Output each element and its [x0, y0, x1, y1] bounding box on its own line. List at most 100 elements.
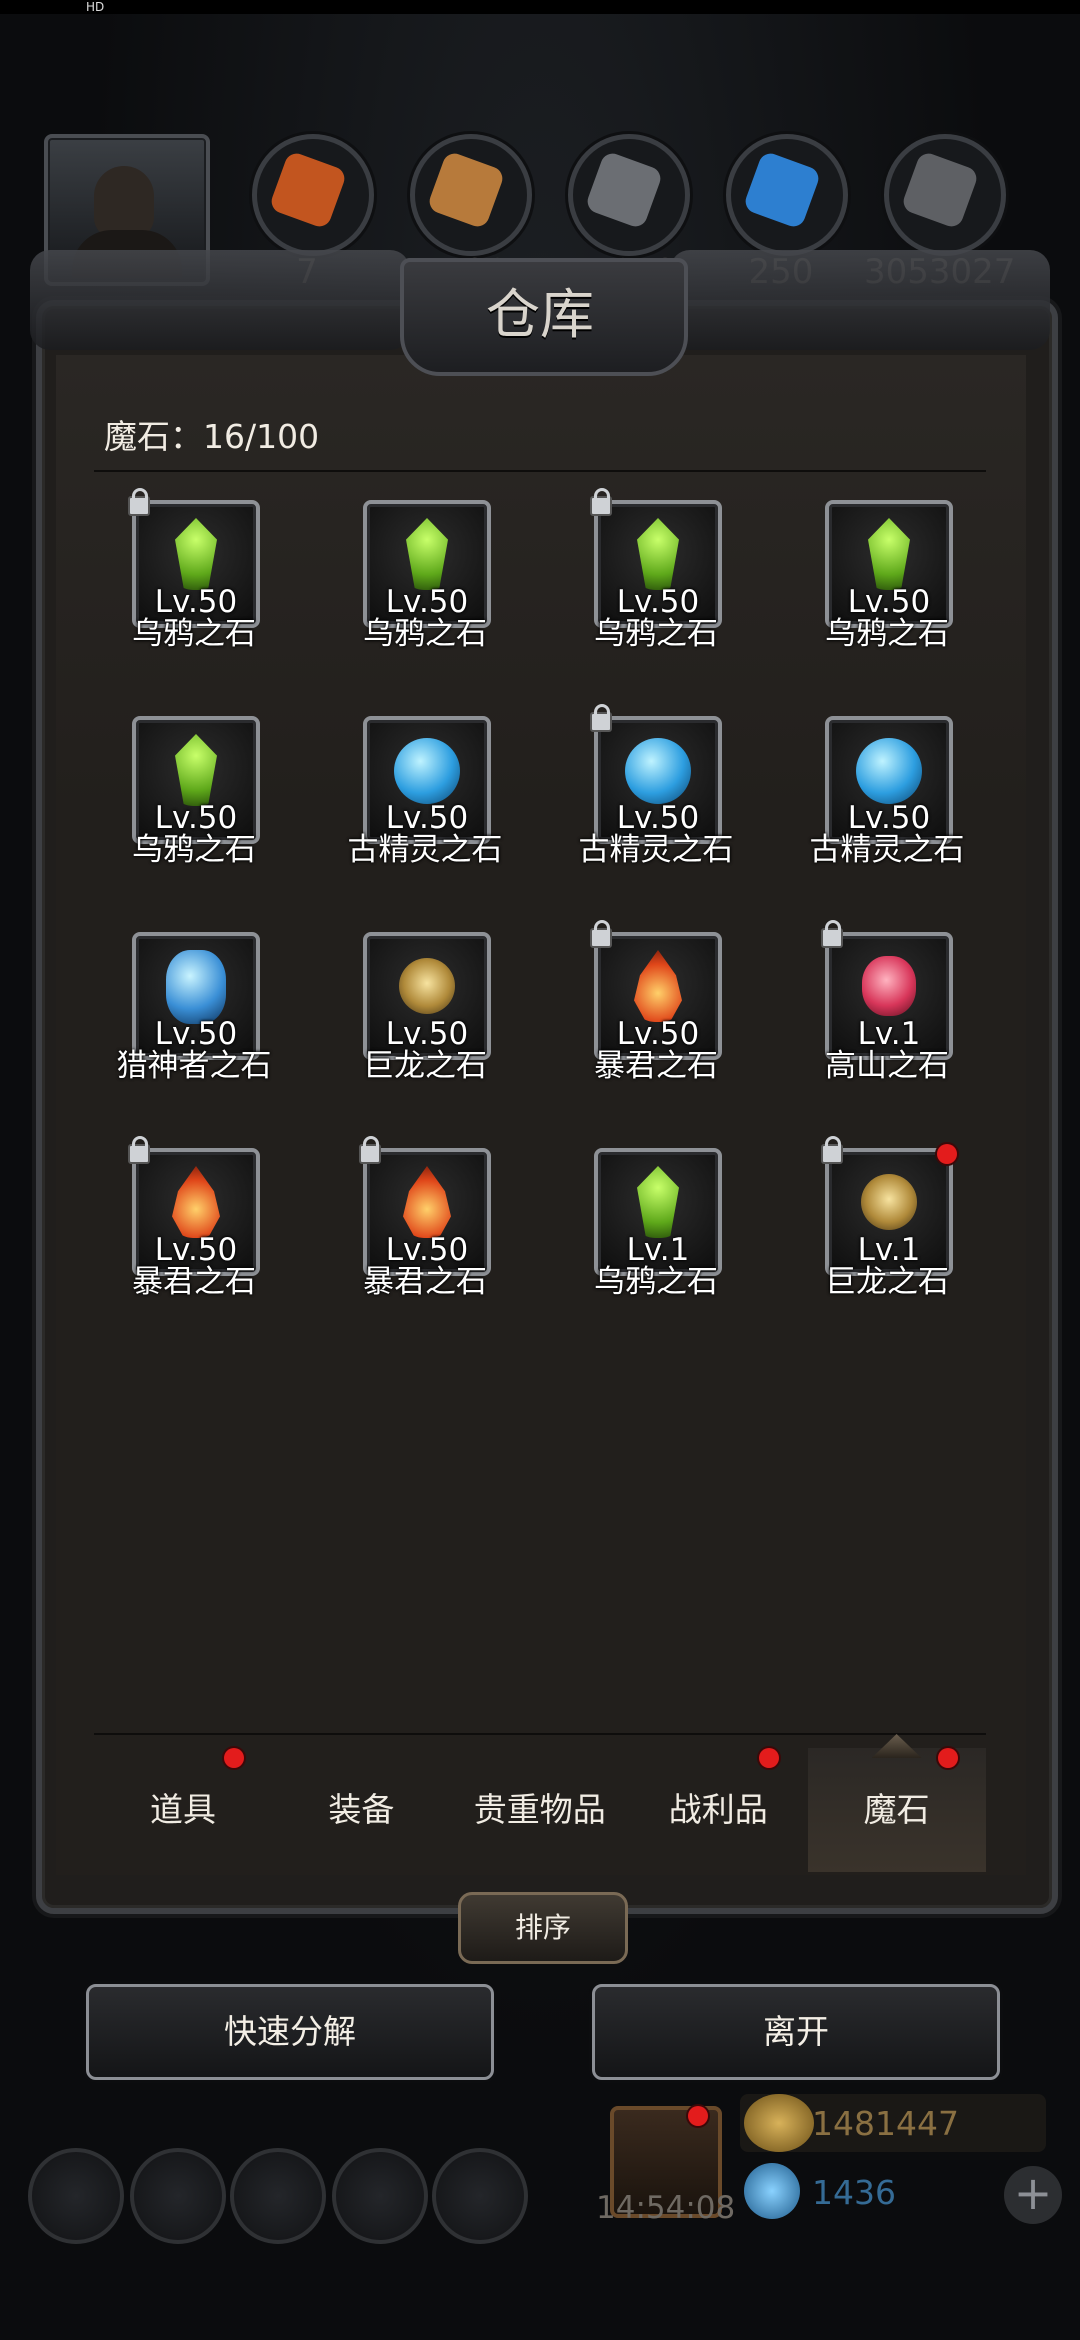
- map-icon[interactable]: [432, 2148, 528, 2244]
- item-name: 乌鸦之石: [363, 616, 487, 652]
- item-name: 巨龙之石: [825, 1264, 949, 1300]
- green-stone-icon: [175, 518, 217, 590]
- gift-notification-dot: [688, 2106, 708, 2126]
- green-stone-icon: [406, 518, 448, 590]
- gold-coin-icon: [744, 2094, 814, 2152]
- item-slot[interactable]: Lv.50 乌鸦之石: [787, 500, 987, 700]
- lock-icon: [128, 488, 150, 516]
- resource-core-1: [268, 150, 348, 230]
- gem-amount: 1436: [812, 2173, 896, 2212]
- gift-timer: 14:54:08: [596, 2190, 736, 2226]
- panel-title: 仓库: [486, 283, 594, 346]
- item-slot[interactable]: Lv.50 乌鸦之石: [94, 488, 294, 700]
- new-item-dot: [937, 1144, 957, 1164]
- category-tabs: 道具 装备 贵重物品 战利品 魔石: [94, 1748, 986, 1872]
- item-name: 乌鸦之石: [132, 616, 256, 652]
- blue-stone-icon: [625, 738, 691, 804]
- item-slot[interactable]: Lv.50 暴君之石: [325, 1136, 525, 1348]
- item-name: 乌鸦之石: [132, 832, 256, 868]
- item-name: 古精灵之石: [809, 832, 965, 868]
- item-slot[interactable]: Lv.50 巨龙之石: [325, 932, 525, 1132]
- tab-4[interactable]: 魔石: [807, 1748, 986, 1872]
- fire-stone-icon: [634, 950, 682, 1022]
- star-icon[interactable]: [130, 2148, 226, 2244]
- settings-icon[interactable]: [28, 2148, 124, 2244]
- dragon-stone-icon: [399, 958, 455, 1014]
- divider-top: [94, 470, 986, 472]
- tab-0[interactable]: 道具: [94, 1748, 272, 1872]
- tab-notification-dot: [937, 1748, 958, 1768]
- resource-core-3: [584, 150, 664, 230]
- ornament-left: [30, 250, 410, 350]
- resource-icon-2[interactable]: [410, 134, 532, 256]
- resource-icon-1[interactable]: [252, 134, 374, 256]
- hd-indicator: HD: [86, 0, 105, 14]
- ornament-right: [670, 250, 1050, 350]
- mail-icon[interactable]: [332, 2148, 428, 2244]
- gold-amount: 1481447: [812, 2104, 959, 2143]
- tab-label: 魔石: [863, 1790, 930, 1829]
- item-name: 暴君之石: [594, 1048, 718, 1084]
- resource-core-4: [742, 150, 822, 230]
- mountain-stone-icon: [862, 956, 916, 1016]
- resource-icon-5[interactable]: [884, 134, 1006, 256]
- tab-3[interactable]: 战利品: [629, 1748, 807, 1872]
- resource-icon-4[interactable]: [726, 134, 848, 256]
- item-name: 古精灵之石: [578, 832, 734, 868]
- item-name: 古精灵之石: [347, 832, 503, 868]
- fire-stone-icon: [172, 1166, 220, 1238]
- gem-icon: [744, 2163, 800, 2219]
- resource-icon-3[interactable]: [568, 134, 690, 256]
- lock-icon: [359, 1136, 381, 1164]
- sort-button[interactable]: 排序: [458, 1892, 628, 1964]
- item-slot[interactable]: Lv.1 乌鸦之石: [556, 1148, 756, 1348]
- item-name: 巨龙之石: [363, 1048, 487, 1084]
- tab-label: 贵重物品: [473, 1790, 606, 1829]
- item-slot[interactable]: Lv.50 暴君之石: [556, 920, 756, 1132]
- item-slot[interactable]: Lv.1 高山之石: [787, 920, 987, 1132]
- item-slot[interactable]: Lv.50 古精灵之石: [556, 704, 756, 916]
- lock-icon: [590, 920, 612, 948]
- tab-notification-dot: [224, 1748, 244, 1768]
- tab-1[interactable]: 装备: [272, 1748, 450, 1872]
- blue-stone-icon: [394, 738, 460, 804]
- item-slot[interactable]: Lv.50 乌鸦之石: [94, 716, 294, 916]
- lock-icon: [590, 488, 612, 516]
- item-slot[interactable]: Lv.50 猎神者之石: [94, 932, 294, 1132]
- guild-icon[interactable]: [230, 2148, 326, 2244]
- divider-bottom: [94, 1733, 986, 1735]
- quick-decompose-button[interactable]: 快速分解: [86, 1984, 494, 2080]
- item-name: 乌鸦之石: [594, 616, 718, 652]
- lock-icon: [128, 1136, 150, 1164]
- resource-core-2: [426, 150, 506, 230]
- tab-label: 战利品: [668, 1790, 768, 1829]
- blue-stone-icon: [856, 738, 922, 804]
- green-stone-icon: [175, 734, 217, 806]
- green-stone-icon: [868, 518, 910, 590]
- leave-button[interactable]: 离开: [592, 1984, 1000, 2080]
- hunt-stone-icon: [166, 950, 226, 1024]
- item-name: 乌鸦之石: [825, 616, 949, 652]
- portrait-head: [94, 166, 154, 238]
- item-name: 猎神者之石: [116, 1048, 272, 1084]
- item-name: 高山之石: [825, 1048, 949, 1084]
- item-slot[interactable]: Lv.50 乌鸦之石: [325, 500, 525, 700]
- green-stone-icon: [637, 518, 679, 590]
- dragon-stone-icon: [861, 1174, 917, 1230]
- item-slot[interactable]: Lv.50 古精灵之石: [787, 716, 987, 916]
- status-bar: HD: [0, 0, 1080, 14]
- item-slot[interactable]: Lv.50 暴君之石: [94, 1136, 294, 1348]
- item-slot[interactable]: Lv.1 巨龙之石: [787, 1136, 987, 1348]
- add-gems-button[interactable]: +: [1004, 2166, 1062, 2224]
- item-name: 暴君之石: [363, 1264, 487, 1300]
- item-slot[interactable]: Lv.50 乌鸦之石: [556, 488, 756, 700]
- fire-stone-icon: [403, 1166, 451, 1238]
- tab-2[interactable]: 贵重物品: [451, 1748, 629, 1872]
- item-name: 暴君之石: [132, 1264, 256, 1300]
- lock-icon: [590, 704, 612, 732]
- lock-icon: [821, 1136, 843, 1164]
- green-stone-icon: [637, 1166, 679, 1238]
- tab-label: 道具: [150, 1790, 216, 1829]
- item-slot[interactable]: Lv.50 古精灵之石: [325, 716, 525, 916]
- lock-icon: [821, 920, 843, 948]
